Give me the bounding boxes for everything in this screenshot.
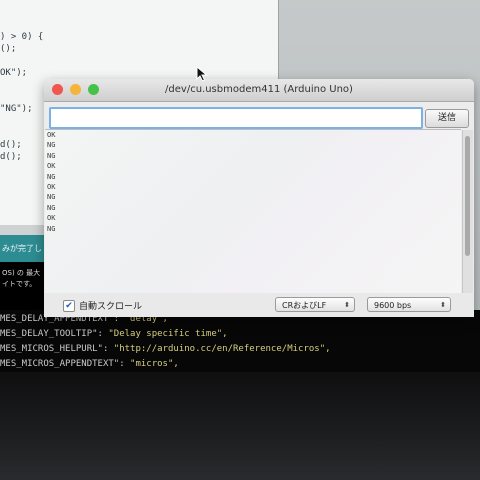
mouse-cursor-icon <box>196 66 208 82</box>
code-line: MES_MICROS_APPENDTEXT": "micros", <box>0 359 179 369</box>
output-scrollbar[interactable] <box>462 130 473 293</box>
code-line: d(); <box>0 152 22 162</box>
serial-send-input[interactable] <box>49 107 423 129</box>
code-line: MES_MICROS_HELPURL": "http://arduino.cc/… <box>0 344 331 354</box>
laptop-bezel <box>0 372 480 480</box>
code-line: OK"); <box>0 68 28 78</box>
output-line: NG <box>47 193 56 202</box>
output-line: NG <box>47 141 56 150</box>
code-line: "NG"); <box>0 104 33 114</box>
scrollbar-thumb[interactable] <box>465 136 470 256</box>
baud-rate-value: 9600 bps <box>374 301 412 310</box>
ide-bottom-code: MES_DELAY_APPENDTEXT": "delay", MES_DELA… <box>0 310 480 372</box>
output-line: OK <box>47 162 56 171</box>
screen: ) > 0) { (); OK"); "NG"); d(); d(); みが完了… <box>0 0 480 372</box>
code-line: MES_DELAY_TOOLTIP": "Delay specific time… <box>0 329 228 339</box>
output-line: NG <box>47 224 56 233</box>
select-arrows-icon: ⬍ <box>344 301 350 309</box>
output-line: OK <box>47 183 56 192</box>
output-line: OK <box>47 131 56 139</box>
output-line: NG <box>47 203 56 212</box>
serial-output[interactable]: OK NG NG OK NG OK NG NG OK NG <box>45 129 461 294</box>
window-titlebar[interactable]: /dev/cu.usbmodem411 (Arduino Uno) <box>44 79 474 102</box>
serial-monitor-window: /dev/cu.usbmodem411 (Arduino Uno) 送信 OK … <box>44 79 474 317</box>
output-line: NG <box>47 172 56 181</box>
output-line: NG <box>47 151 56 160</box>
code-line: d(); <box>0 140 22 150</box>
select-arrows-icon: ⬍ <box>440 301 446 309</box>
code-line: ) > 0) { <box>0 32 44 42</box>
line-ending-select[interactable]: CRおよびLF ⬍ <box>275 297 355 312</box>
send-button[interactable]: 送信 <box>425 109 469 128</box>
output-line: OK <box>47 214 56 223</box>
autoscroll-checkbox[interactable]: ✔ <box>63 300 75 312</box>
autoscroll-label: 自動スクロール <box>79 302 143 312</box>
line-ending-value: CRおよびLF <box>282 301 327 310</box>
code-line: (); <box>0 44 17 54</box>
window-title: /dev/cu.usbmodem411 (Arduino Uno) <box>165 84 353 95</box>
baud-rate-select[interactable]: 9600 bps ⬍ <box>367 297 451 312</box>
serial-footer: ✔ 自動スクロール CRおよびLF ⬍ 9600 bps ⬍ <box>44 293 474 317</box>
